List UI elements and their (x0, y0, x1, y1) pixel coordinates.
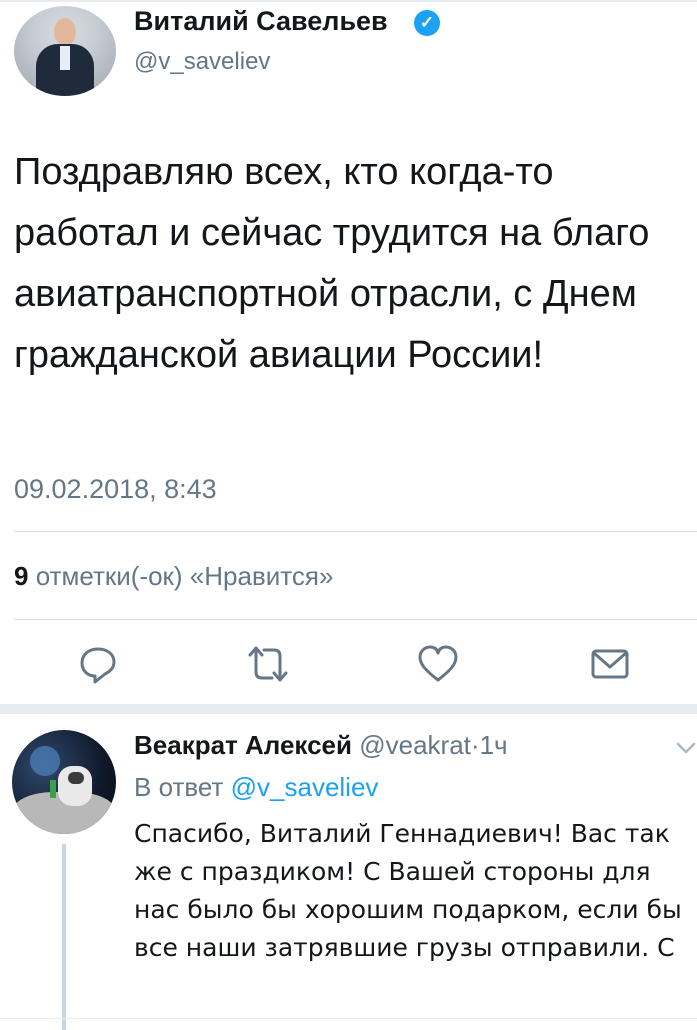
reply-header: Веакрат Алексей @veakrat·1ч (134, 730, 508, 761)
thread-line (62, 844, 66, 1030)
retweet-button[interactable] (246, 642, 290, 686)
reply-button[interactable] (76, 642, 120, 686)
reply-to-mention[interactable]: @v_saveliev (231, 772, 379, 802)
section-separator (0, 704, 697, 714)
envelope-icon (591, 649, 629, 679)
likes-label: отметки(-ок) «Нравится» (35, 561, 334, 591)
reply-icon (80, 647, 116, 684)
reply-to-line: В ответ @v_saveliev (134, 772, 378, 803)
tweet-text: Поздравляю всех, кто когда-то работал и … (14, 151, 650, 376)
bottom-border (0, 1018, 697, 1019)
likes-count: 9 (14, 561, 29, 591)
divider (14, 531, 697, 532)
like-button[interactable] (416, 642, 460, 686)
reply-author-name[interactable]: Веакрат Алексей (134, 730, 352, 760)
tweet-timestamp: 09.02.2018, 8:43 (14, 474, 217, 504)
heart-icon (418, 645, 458, 682)
reply-time: 1ч (479, 730, 508, 760)
chevron-down-icon[interactable] (676, 740, 696, 756)
reply-separator: · (470, 730, 480, 760)
divider (14, 619, 697, 620)
top-border (0, 0, 697, 2)
reply-to-prefix: В ответ (134, 772, 224, 802)
retweet-icon (248, 646, 288, 682)
reply-text: Спасибо, Виталий Геннадиевич! Вас так же… (134, 819, 682, 962)
verified-badge-icon: ✓ (414, 10, 440, 36)
direct-message-button[interactable] (588, 642, 632, 686)
author-name[interactable]: Виталий Савельев (134, 6, 388, 37)
author-handle[interactable]: @v_saveliev (134, 48, 270, 76)
reply-author-handle[interactable]: @veakrat (359, 730, 471, 760)
reply-author-avatar[interactable] (12, 730, 116, 834)
author-avatar[interactable] (14, 6, 116, 96)
likes-summary[interactable]: 9 отметки(-ок) «Нравится» (14, 561, 333, 592)
